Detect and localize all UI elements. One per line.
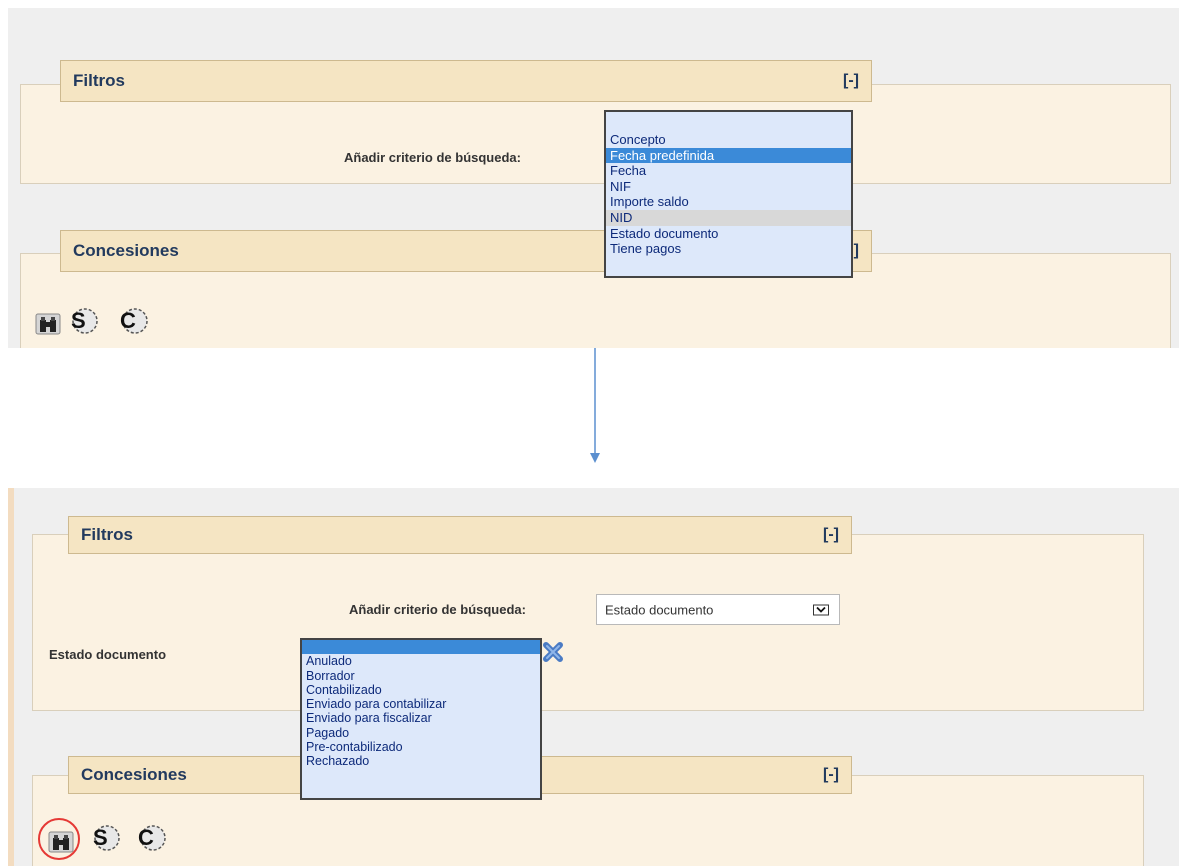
dropdown-option[interactable]: NIF <box>606 179 851 195</box>
criteria-label: Añadir criterio de búsqueda: <box>349 602 526 617</box>
dropdown-option[interactable]: Enviado para contabilizar <box>302 697 540 711</box>
concesiones-collapse-toggle[interactable]: ] <box>854 242 859 260</box>
concesiones-collapse-toggle[interactable]: [-] <box>823 766 839 784</box>
dropdown-option[interactable]: Anulado <box>302 654 540 668</box>
dropdown-option[interactable]: Fecha <box>606 163 851 179</box>
svg-text:S: S <box>71 308 86 333</box>
filtros-title: Filtros <box>73 71 125 90</box>
top-screenshot: Filtros [-] Añadir criterio de búsqueda:… <box>8 8 1179 348</box>
estado-documento-dropdown-list[interactable]: Anulado Borrador Contabilizado Enviado para… <box>300 638 542 800</box>
concesiones-title: Concesiones <box>81 765 187 784</box>
arrow-down-icon <box>590 348 600 463</box>
criteria-dropdown-list[interactable]: Concepto Fecha predefinida Fecha NIF Importe… <box>604 110 853 278</box>
filtros-header[interactable]: Filtros [-] <box>68 516 852 554</box>
criteria-select-value: Estado documento <box>605 602 714 617</box>
dropdown-option[interactable]: NID <box>606 209 851 226</box>
dropdown-option[interactable]: Fecha predefinida <box>606 147 851 164</box>
c-icon[interactable]: C <box>118 306 148 334</box>
dropdown-option[interactable]: Importe saldo <box>606 194 851 210</box>
dropdown-option[interactable]: Pre-contabilizado <box>302 740 540 754</box>
criteria-label: Añadir criterio de búsqueda: <box>344 150 521 165</box>
c-icon[interactable]: C <box>136 823 166 851</box>
dropdown-option[interactable]: Concepto <box>606 132 851 148</box>
filtros-collapse-toggle[interactable]: [-] <box>823 526 839 544</box>
estado-documento-label: Estado documento <box>49 647 167 662</box>
filtros-panel <box>32 534 1144 711</box>
filtros-title: Filtros <box>81 525 133 544</box>
filtros-header[interactable]: Filtros [-] <box>60 60 872 102</box>
filtros-collapse-toggle[interactable]: [-] <box>843 72 859 90</box>
binoculars-icon[interactable] <box>35 310 61 336</box>
dropdown-option[interactable]: Pagado <box>302 726 540 740</box>
svg-text:C: C <box>120 308 136 333</box>
dropdown-option[interactable]: Rechazado <box>302 754 540 768</box>
highlight-circle <box>38 818 80 860</box>
concesiones-title: Concesiones <box>73 241 179 260</box>
bottom-screenshot: Filtros [-] Añadir criterio de búsqueda:… <box>8 488 1179 866</box>
dropdown-option[interactable]: Contabilizado <box>302 683 540 697</box>
remove-criterion-icon[interactable] <box>542 641 564 663</box>
dropdown-option[interactable] <box>302 640 540 655</box>
criteria-select[interactable]: Estado documento <box>596 594 840 625</box>
svg-text:C: C <box>138 825 154 850</box>
chevron-down-icon[interactable] <box>813 604 829 615</box>
dropdown-option[interactable]: Estado documento <box>606 226 851 242</box>
svg-text:S: S <box>93 825 108 850</box>
dropdown-option[interactable]: Borrador <box>302 669 540 683</box>
dropdown-option[interactable]: Tiene pagos <box>606 241 851 257</box>
dropdown-option[interactable]: Enviado para fiscalizar <box>302 711 540 725</box>
s-icon[interactable]: S <box>68 306 98 334</box>
s-icon[interactable]: S <box>90 823 120 851</box>
